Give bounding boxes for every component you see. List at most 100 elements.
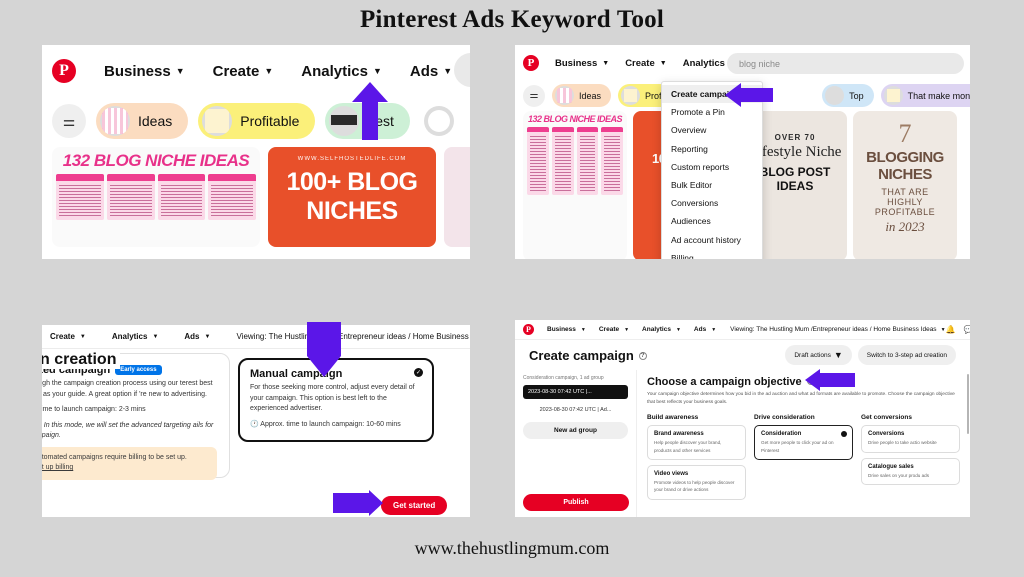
new-ad-group-button[interactable]: New ad group	[523, 422, 628, 439]
objective-card-desc: Drive sales on your produ ads	[868, 472, 930, 478]
pin-results-row: 132 BLOG NICHE IDEAS WWW.SELFHOSTEDLIFE.…	[42, 147, 470, 247]
ad-group-item[interactable]: 2023-08-30 07:42 UTC | Ad...	[523, 403, 628, 417]
account-viewing-selector[interactable]: Viewing: The Hustling Mum /Entrepreneur …	[236, 332, 470, 341]
chevron-down-icon: ▼	[443, 66, 453, 76]
filter-pill-label: Ideas	[579, 90, 602, 101]
nav-icons: 🔔 💬 ▼	[946, 325, 970, 334]
campaign-caption: Consideration campaign, 1 ad group	[523, 375, 604, 381]
get-started-button[interactable]: Get started	[381, 496, 448, 515]
nav-business[interactable]: Business ▼	[104, 63, 185, 80]
publish-button[interactable]: Publish	[523, 494, 629, 511]
chevron-down-icon: ▼	[602, 59, 610, 67]
automated-campaign-card[interactable]: tomated campaignEarly access eze through…	[42, 353, 230, 481]
menu-item-custom-reports[interactable]: Custom reports	[662, 158, 762, 176]
billing-notice: ▶ Automated campaigns require billing to…	[42, 446, 217, 481]
nav-analytics[interactable]: Analytics ▼	[301, 63, 382, 80]
objective-card-brand-awareness[interactable]: Brand awareness Help people discover you…	[647, 425, 746, 460]
chevron-down-icon: ▼	[624, 326, 630, 333]
pinterest-navbar: P Business ▼ Create ▼ Analytics ▼ Ads ▼ …	[515, 320, 970, 340]
pin-card-7-blogging-niches[interactable]: 7 BLOGGING NICHES THAT ARE HIGHLY PROFIT…	[853, 111, 957, 259]
nav-ads-label: Ads	[409, 62, 439, 80]
filter-pill-top[interactable]: Top	[822, 84, 874, 107]
pin-line-2: NICHES	[306, 197, 398, 225]
filter-pill-that-make-money[interactable]: That make money	[880, 84, 970, 107]
nav-create[interactable]: Create ▼	[599, 326, 629, 333]
pill-thumbnail	[621, 86, 641, 105]
search-input[interactable]: blog niche	[727, 53, 964, 74]
early-access-badge: Early access	[115, 365, 162, 375]
filter-pill-extra[interactable]	[419, 103, 470, 139]
nav-create[interactable]: Create ▼	[50, 332, 86, 341]
nav-ads-label: Ads	[693, 326, 707, 333]
filter-pill-ideas[interactable]: Ideas	[552, 84, 612, 107]
pin-card-132-blog-niche-ideas[interactable]: 132 BLOG NICHE IDEAS	[523, 111, 627, 259]
screenshot-panel-top-left: P Business ▼ Create ▼ Analytics ▼ Ads ▼ …	[42, 45, 470, 259]
menu-item-bulk-editor[interactable]: Bulk Editor	[662, 176, 762, 194]
nav-business[interactable]: Business ▼	[555, 58, 609, 69]
objective-column-build-awareness: Build awareness Brand awareness Help peo…	[647, 414, 746, 504]
pill-thumbnail	[825, 86, 845, 105]
draft-actions-button[interactable]: Draft actions ▼	[785, 345, 852, 365]
pin-headline-number: 132	[527, 114, 542, 124]
objective-column-get-conversions: Get conversions Conversions Drive people…	[861, 414, 960, 504]
pin-line-6: in 2023	[885, 219, 925, 234]
nav-analytics-label: Analytics	[111, 332, 148, 341]
column-heading: Drive consideration	[754, 414, 815, 422]
menu-item-conversions[interactable]: Conversions	[662, 194, 762, 212]
pin-line-3: THAT ARE	[881, 187, 929, 197]
filter-pill-ideas[interactable]: Ideas	[96, 103, 189, 139]
pin-column	[601, 127, 623, 195]
nav-business[interactable]: Business ▼	[547, 326, 586, 333]
nav-create-label: Create	[212, 62, 260, 80]
switch-ad-creation-button[interactable]: Switch to 3-step ad creation	[857, 345, 956, 365]
pinterest-navbar: P Business ▼ Create ▼ Analytics ▼ Ads ▼ …	[515, 45, 970, 81]
nav-ads[interactable]: Ads ▼	[694, 326, 716, 333]
filters-icon[interactable]: ⚌	[523, 84, 545, 107]
chevron-down-icon: ▼	[372, 66, 382, 76]
nav-analytics[interactable]: Analytics ▼	[642, 326, 681, 333]
nav-create[interactable]: Create ▼	[625, 58, 667, 69]
menu-item-reporting[interactable]: Reporting	[662, 140, 762, 158]
column-heading: Build awareness	[647, 414, 699, 422]
pin-card-partial[interactable]	[444, 147, 470, 247]
filters-icon[interactable]: ⚌	[52, 104, 86, 138]
menu-item-billing[interactable]: Billing	[662, 249, 762, 259]
campaign-sidebar: Consideration campaign, 1 ad group 2023-…	[515, 370, 637, 517]
menu-item-overview[interactable]: Overview	[662, 121, 762, 139]
account-viewing-selector[interactable]: Viewing: The Hustling Mum /Entrepreneur …	[730, 326, 945, 333]
chevron-down-icon: ▼	[175, 66, 185, 76]
pin-card-132-blog-niche-ideas[interactable]: 132 BLOG NICHE IDEAS	[52, 147, 260, 247]
search-input[interactable]: blo	[454, 53, 470, 87]
nav-create-label: Create	[625, 57, 655, 69]
pin-card-100-blog-niches[interactable]: WWW.SELFHOSTEDLIFE.COM 100+ BLOG NICHES	[268, 147, 436, 247]
help-icon[interactable]: ?	[638, 351, 647, 360]
pinterest-logo-icon: P	[523, 324, 534, 335]
automated-card-body-1: eze through the campaign creation proces…	[42, 380, 213, 398]
nav-create[interactable]: Create ▼	[213, 63, 274, 80]
objective-card-consideration[interactable]: Consideration Get more people to click y…	[754, 425, 853, 460]
menu-item-ad-account-history[interactable]: Ad account history	[662, 231, 762, 249]
objective-card-conversions[interactable]: Conversions Drive people to take actio w…	[861, 425, 960, 453]
menu-item-audiences[interactable]: Audiences	[662, 212, 762, 230]
objective-column-drive-consideration: Drive consideration Consideration Get mo…	[754, 414, 853, 504]
nav-ads[interactable]: Ads ▼	[410, 63, 452, 80]
objective-card-video-views[interactable]: Video views Promote videos to help peopl…	[647, 464, 746, 500]
scrollbar[interactable]	[967, 374, 969, 434]
nav-ads[interactable]: Ads ▼	[184, 332, 210, 341]
set-up-billing-link[interactable]: Set up billing	[42, 464, 73, 471]
ad-group-item-selected[interactable]: 2023-08-30 07:42 UTC |...	[523, 385, 628, 399]
arrow-manual-campaign	[307, 322, 341, 377]
filter-pill-profitable[interactable]: Profitable	[198, 103, 316, 139]
pin-headline-text: BLOG NICHE IDEAS	[93, 151, 250, 170]
chevron-down-icon: ▼	[204, 333, 211, 340]
nav-analytics[interactable]: Analytics ▼	[112, 332, 159, 341]
bell-icon[interactable]: 🔔	[946, 325, 956, 334]
pin-column	[106, 174, 155, 220]
pin-column	[157, 174, 206, 220]
chevron-down-icon: ▼	[580, 326, 586, 333]
objective-card-catalogue-sales[interactable]: Catalogue sales Drive sales on your prod…	[861, 457, 960, 485]
chat-icon[interactable]: 💬	[963, 325, 970, 334]
screenshot-panel-top-right: P Business ▼ Create ▼ Analytics ▼ Ads ▼ …	[515, 45, 970, 259]
filter-pill-label: Ideas	[138, 113, 173, 129]
page-title: Pinterest Ads Keyword Tool	[359, 6, 665, 33]
